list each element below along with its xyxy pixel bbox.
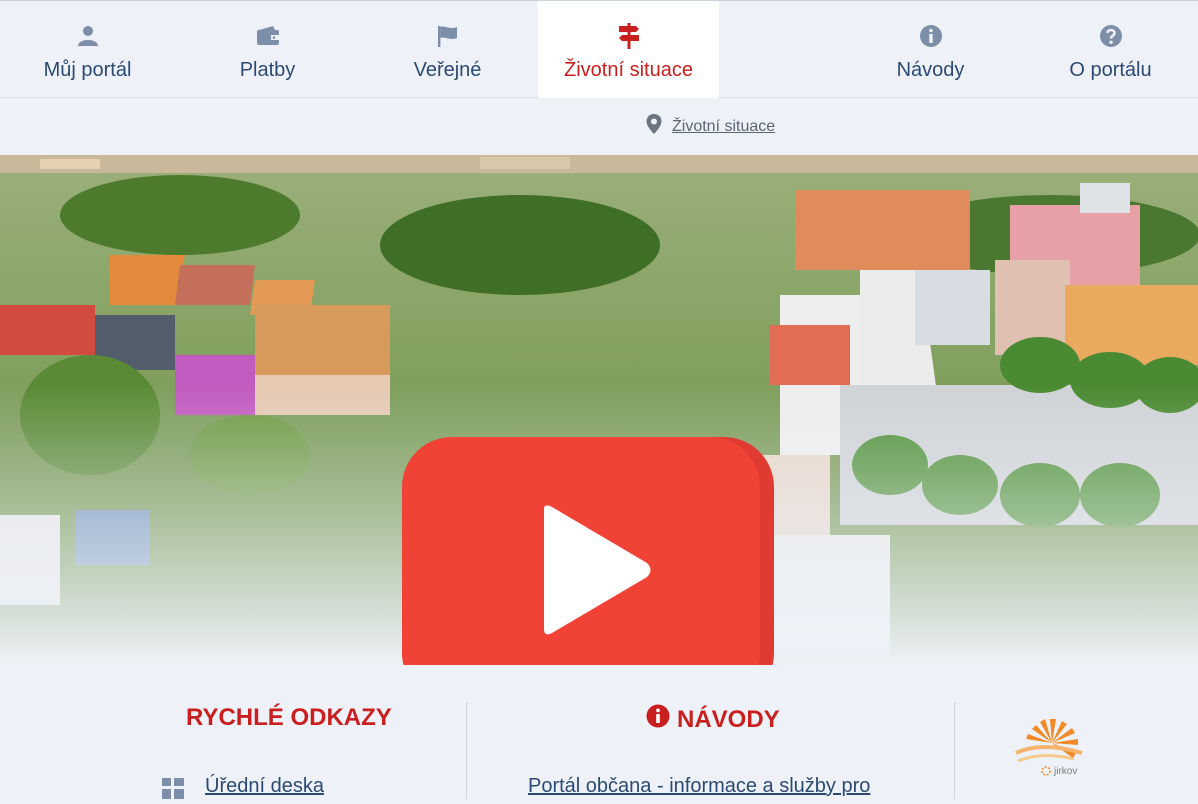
breadcrumb: Životní situace	[646, 114, 775, 139]
grid-icon	[162, 778, 184, 804]
flag-icon	[437, 23, 459, 49]
tab-muj-portal[interactable]: Můj portál	[0, 1, 175, 98]
tab-label: Návody	[896, 59, 965, 81]
tab-label: Životní situace	[564, 59, 693, 81]
guide-link-portal-obcana[interactable]: Portál občana - informace a služby pro	[528, 775, 870, 798]
quick-links-title: RYCHLÉ ODKAZY	[186, 704, 392, 731]
guides-title: NÁVODY	[677, 705, 780, 733]
info-icon	[646, 704, 670, 735]
tab-o-portalu[interactable]: O portálu	[1023, 1, 1198, 98]
tab-label: Platby	[239, 59, 296, 81]
tab-zivotni-situace[interactable]: Životní situace	[538, 1, 719, 98]
tab-platby[interactable]: Platby	[180, 1, 355, 98]
wallet-icon	[256, 23, 280, 49]
quick-link-uredni-deska[interactable]: Úřední deska	[205, 775, 324, 798]
map-pin-icon	[646, 114, 662, 139]
user-icon	[77, 23, 99, 49]
sun-logo-icon	[1015, 719, 1083, 776]
tab-navody[interactable]: Návody	[843, 1, 1018, 98]
tab-label: O portálu	[1069, 59, 1152, 81]
breadcrumb-link[interactable]: Životní situace	[672, 118, 775, 136]
signpost-icon	[618, 23, 640, 49]
column-divider	[466, 702, 467, 799]
play-icon[interactable]	[402, 437, 774, 665]
jirkov-logo: jirkov	[1012, 713, 1092, 781]
tab-label: Můj portál	[43, 59, 132, 81]
tab-label: Veřejné	[413, 59, 482, 81]
main-navigation: Můj portál Platby Veřejné Životní situac…	[0, 0, 1198, 98]
tab-verejne[interactable]: Veřejné	[360, 1, 535, 98]
hero-video[interactable]	[0, 155, 1198, 665]
column-divider	[954, 702, 955, 799]
info-icon	[919, 23, 943, 49]
logo-text: jirkov	[1054, 766, 1078, 777]
question-icon	[1099, 23, 1123, 49]
breadcrumb-bar	[0, 98, 1198, 155]
guides-heading: NÁVODY	[646, 704, 780, 735]
